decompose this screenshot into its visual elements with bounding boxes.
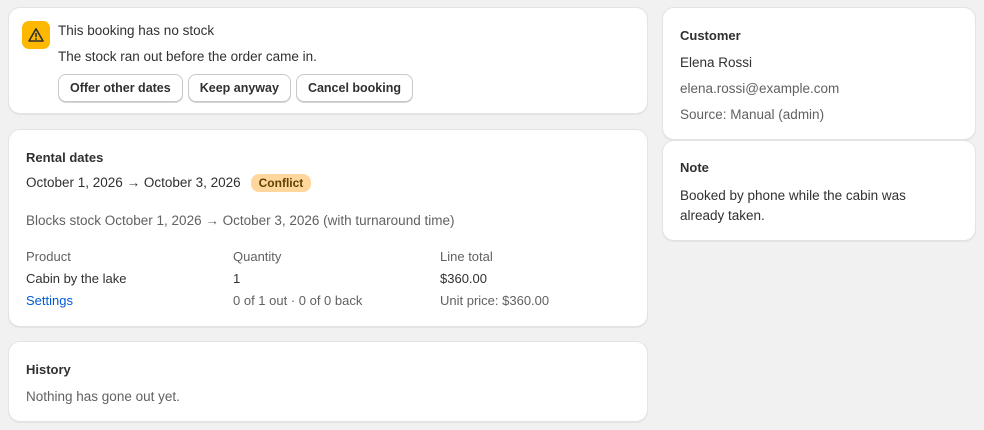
history-text: Nothing has gone out yet. [26, 389, 180, 404]
offer-other-dates-button[interactable]: Offer other dates [58, 74, 183, 102]
history-heading: History [26, 362, 71, 377]
note-text: Booked by phone while the cabin was alre… [680, 188, 906, 223]
cancel-booking-button[interactable]: Cancel booking [295, 74, 414, 102]
banner-title: This booking has no stock [58, 23, 215, 38]
quantity-status: 0 of 1 out · 0 of 0 back [233, 293, 363, 308]
column-product: Product [26, 249, 71, 264]
rental-dates-text: October 1, 2026 → October 3, 2026 [26, 175, 241, 190]
customer-name: Elena Rossi [680, 55, 753, 70]
unit-price: Unit price: $360.00 [440, 293, 550, 308]
rental-dates-heading: Rental dates [26, 150, 104, 165]
column-line-total: Line total [440, 249, 493, 264]
rental-dates-card: Rental dates October 1, 2026 → October 3… [8, 129, 648, 327]
customer-source: Source: Manual (admin) [680, 107, 825, 122]
line-item-details: Settings 0 of 1 out · 0 of 0 back Unit p… [26, 293, 647, 308]
column-quantity: Quantity [233, 249, 282, 264]
warning-icon [22, 21, 50, 49]
conflict-badge: Conflict [250, 174, 312, 192]
customer-card: Customer Elena Rossi elena.rossi@example… [662, 7, 976, 140]
product-name: Cabin by the lake [26, 271, 127, 286]
settings-link[interactable]: Settings [26, 293, 73, 308]
note-card: Note Booked by phone while the cabin was… [662, 140, 976, 241]
banner-actions: Offer other dates Keep anyway Cancel booki… [58, 74, 418, 102]
no-stock-banner: This booking has no stock The stock ran … [8, 7, 648, 114]
note-heading: Note [680, 160, 709, 175]
keep-anyway-button[interactable]: Keep anyway [187, 74, 291, 102]
line-item-row: Cabin by the lake 1 $360.00 [26, 271, 647, 286]
customer-heading: Customer [680, 28, 741, 43]
rental-date-range: October 1, 2026 → October 3, 2026 Conflic… [26, 174, 312, 192]
banner-message: The stock ran out before the order came … [58, 49, 317, 64]
line-total-value: $360.00 [440, 271, 487, 286]
quantity-value: 1 [233, 271, 241, 286]
history-card: History Nothing has gone out yet. [8, 341, 648, 422]
customer-email: elena.rossi@example.com [680, 81, 840, 96]
line-items-header: Product Quantity Line total [26, 249, 647, 264]
blocks-stock-text: Blocks stock October 1, 2026 → October 3… [26, 213, 455, 228]
